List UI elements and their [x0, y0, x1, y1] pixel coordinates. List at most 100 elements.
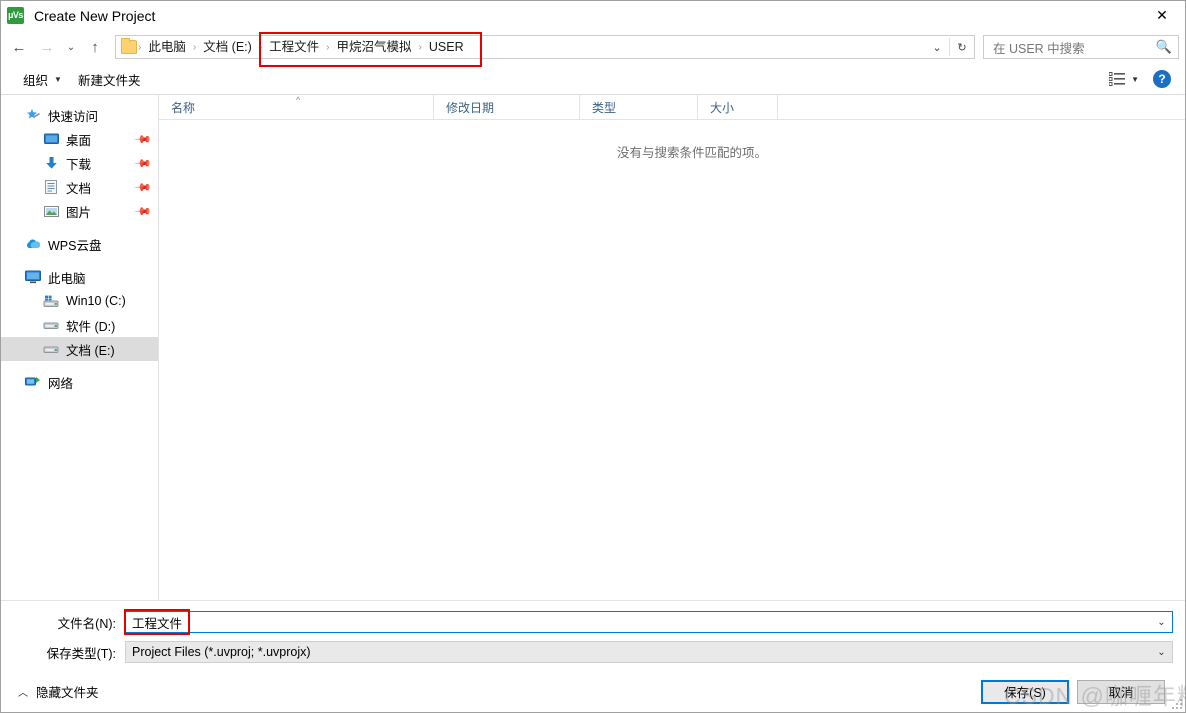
pin-icon[interactable]: 📌	[134, 202, 153, 220]
chevron-up-icon: ︿	[18, 688, 28, 699]
save-button[interactable]: 保存(S)	[981, 679, 1069, 704]
breadcrumb: › 此电脑 › 文档 (E:) › 工程文件 › 甲烷沼气模拟 › USER	[137, 36, 925, 58]
sidebar-item-wps-cloud[interactable]: WPS云盘	[1, 232, 158, 256]
column-header-label: 修改日期	[446, 100, 495, 115]
chevron-down-icon[interactable]: ⌄	[1150, 642, 1172, 662]
refresh-icon[interactable]: ↻	[950, 36, 974, 58]
keil-uvision-icon: µVs	[7, 7, 24, 24]
help-button[interactable]: ?	[1153, 70, 1171, 88]
toolbar-right-group: ▼ ?	[1107, 70, 1177, 88]
column-header-date-modified[interactable]: 修改日期	[434, 95, 580, 119]
column-header-name[interactable]: 名称 ^	[159, 95, 434, 119]
recent-locations-button[interactable]: ⌄	[61, 33, 81, 61]
chevron-down-icon[interactable]: ⌄	[1150, 612, 1172, 632]
filetype-select[interactable]: Project Files (*.uvproj; *.uvprojx) ⌄	[125, 641, 1173, 663]
address-bar[interactable]: › 此电脑 › 文档 (E:) › 工程文件 › 甲烷沼气模拟 › USER ⌄…	[115, 32, 975, 67]
organize-label: 组织	[23, 73, 49, 88]
sidebar-item-downloads[interactable]: 下载 📌	[1, 151, 158, 175]
drive-icon	[43, 317, 59, 333]
filetype-row: 保存类型(T): Project Files (*.uvproj; *.uvpr…	[13, 641, 1173, 663]
column-header-size[interactable]: 大小	[698, 95, 778, 119]
cancel-button[interactable]: 取消	[1077, 679, 1165, 704]
view-options-icon[interactable]	[1107, 71, 1127, 87]
system-drive-icon	[43, 293, 59, 309]
resize-grip[interactable]	[1170, 697, 1182, 709]
sidebar-item-label: 桌面	[66, 133, 92, 148]
filename-row: 文件名(N): 工程文件 ⌄	[13, 609, 1173, 635]
network-icon	[25, 374, 41, 390]
sidebar-item-win10-c[interactable]: Win10 (C:)	[1, 289, 158, 313]
chevron-down-icon[interactable]: ⌄	[925, 36, 949, 58]
chevron-down-icon: ▼	[54, 74, 62, 84]
sort-ascending-icon: ^	[296, 95, 301, 105]
close-icon[interactable]: ✕	[1139, 1, 1185, 30]
address-bar-controls: ⌄ ↻	[925, 36, 974, 58]
sidebar-group-quick-access[interactable]: 快速访问	[1, 103, 158, 127]
cloud-icon	[25, 236, 41, 252]
sidebar-item-label: 此电脑	[48, 271, 86, 286]
download-icon	[43, 155, 59, 171]
pin-icon[interactable]: 📌	[134, 154, 153, 172]
breadcrumb-item-user[interactable]: USER	[423, 36, 470, 58]
breadcrumb-item-methane-sim[interactable]: 甲烷沼气模拟	[331, 36, 418, 58]
back-button[interactable]: ←	[5, 33, 33, 61]
pin-icon[interactable]: 📌	[134, 178, 153, 196]
column-headers: 名称 ^ 修改日期 类型 大小	[159, 95, 1185, 120]
breadcrumb-item-project-files[interactable]: 工程文件	[263, 36, 325, 58]
footer-buttons: 保存(S) 取消	[981, 679, 1173, 704]
column-header-label: 类型	[592, 100, 617, 115]
column-header-label: 名称	[171, 100, 196, 115]
hide-folders-toggle[interactable]: ︿ 隐藏文件夹	[13, 679, 104, 704]
hide-folders-label: 隐藏文件夹	[36, 686, 99, 700]
window-title: Create New Project	[34, 7, 156, 24]
folder-icon	[121, 38, 137, 54]
command-toolbar: 组织 ▼ 新建文件夹 ▼ ?	[1, 64, 1185, 95]
filetype-label: 保存类型(T):	[46, 646, 116, 661]
breadcrumb-item-this-pc[interactable]: 此电脑	[142, 36, 192, 58]
sidebar-item-label: 文档 (E:)	[66, 343, 115, 358]
pin-icon[interactable]: 📌	[134, 130, 153, 148]
sidebar-item-documents-e[interactable]: 文档 (E:)	[1, 337, 158, 361]
sidebar-item-label: 文档	[66, 181, 92, 196]
sidebar-item-network[interactable]: 网络	[1, 370, 158, 394]
sidebar-group-this-pc[interactable]: 此电脑	[1, 265, 158, 289]
sidebar-item-label: WPS云盘	[48, 238, 102, 253]
sidebar-item-desktop[interactable]: 桌面 📌	[1, 127, 158, 151]
breadcrumb-item-drive-e[interactable]: 文档 (E:)	[197, 36, 258, 58]
forward-button[interactable]: →	[33, 33, 61, 61]
dialog-footer: ︿ 隐藏文件夹 保存(S) 取消	[1, 671, 1185, 712]
column-header-type[interactable]: 类型	[580, 95, 698, 119]
sidebar-item-label: 下载	[66, 157, 92, 172]
organize-button[interactable]: 组织 ▼	[15, 66, 70, 93]
filename-input[interactable]: 工程文件 ⌄	[124, 609, 1173, 635]
empty-list-message: 没有与搜索条件匹配的项。	[616, 146, 767, 160]
this-pc-icon	[25, 269, 41, 285]
sidebar-item-software-d[interactable]: 软件 (D:)	[1, 313, 158, 337]
filename-label: 文件名(N):	[57, 616, 116, 631]
desktop-icon	[43, 131, 59, 147]
new-folder-button[interactable]: 新建文件夹	[70, 66, 149, 93]
sidebar-item-label: Win10 (C:)	[66, 294, 126, 308]
navigation-bar: ← → ⌄ ↑ › 此电脑 › 文档 (E:) › 工程文件 › 甲烷沼气模拟 …	[1, 30, 1185, 67]
search-icon: 🔍	[1155, 39, 1172, 54]
file-list-pane[interactable]: 名称 ^ 修改日期 类型 大小 没有与搜索条件匹配的项。	[159, 95, 1185, 600]
column-header-label: 大小	[710, 100, 735, 115]
sidebar-item-label: 软件 (D:)	[66, 319, 116, 334]
filename-value: 工程文件	[132, 616, 183, 631]
new-folder-label: 新建文件夹	[77, 73, 141, 88]
sidebar-item-pictures[interactable]: 图片 📌	[1, 199, 158, 223]
navigation-sidebar[interactable]: 快速访问 桌面 📌 下载 📌 文档 📌 图片 📌 WPS云盘 此电脑 Win10…	[1, 95, 159, 600]
search-input[interactable]: 在 USER 中搜索 🔍	[983, 35, 1179, 59]
up-button[interactable]: ↑	[81, 33, 109, 61]
pictures-icon	[43, 203, 59, 219]
drive-icon	[43, 341, 59, 357]
dialog-body: 快速访问 桌面 📌 下载 📌 文档 📌 图片 📌 WPS云盘 此电脑 Win10…	[1, 95, 1185, 600]
filetype-value: Project Files (*.uvproj; *.uvprojx)	[132, 645, 311, 659]
documents-icon	[43, 179, 59, 195]
view-options-caret-icon[interactable]: ▼	[1131, 75, 1139, 84]
search-placeholder: 在 USER 中搜索	[993, 41, 1085, 56]
sidebar-item-documents[interactable]: 文档 📌	[1, 175, 158, 199]
